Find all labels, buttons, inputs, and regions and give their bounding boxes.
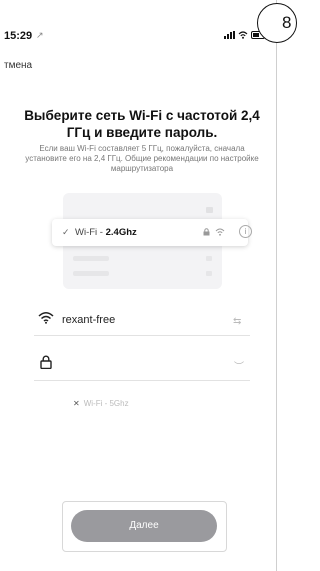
wifi-status-icon (238, 31, 248, 40)
page-title: Выберите сеть Wi-Fi с частотой 2,4 ГГц и… (24, 108, 260, 140)
cellular-signal-icon (224, 31, 235, 40)
switch-network-icon[interactable]: ⇆ (233, 316, 241, 327)
placeholder-lock-icon (206, 207, 213, 213)
password-field[interactable]: ︶ (34, 355, 250, 381)
selected-network-card: ✓ Wi-Fi - 2.4Ghz i (52, 219, 252, 246)
check-icon: ✓ (62, 227, 70, 237)
lock-icon (40, 355, 52, 369)
placeholder-square (206, 256, 212, 261)
next-button-container: Далее (62, 501, 227, 552)
info-icon: i (239, 225, 252, 238)
next-button[interactable]: Далее (71, 510, 217, 542)
placeholder-square (206, 271, 212, 276)
placeholder-bar (73, 256, 109, 261)
selected-network-name: Wi-Fi - 2.4Ghz (75, 227, 137, 238)
lock-icon (203, 228, 210, 236)
wifi-icon (38, 312, 54, 324)
page-number-badge: 8 (257, 3, 297, 43)
page-number: 8 (282, 13, 292, 32)
status-time: 15:29 (4, 30, 33, 42)
app-screen: 15:29 ↗ тмена Выберите сеть Wi-Fi с част… (0, 0, 277, 571)
cancel-link[interactable]: тмена (4, 60, 32, 71)
cross-icon: ✕ (73, 399, 80, 408)
status-bar: 15:29 ↗ (0, 0, 276, 42)
hidden-password-eye-icon[interactable]: ︶ (234, 358, 244, 373)
ssid-value[interactable]: rexant-free (62, 314, 115, 326)
page-subtitle[interactable]: Если ваш Wi-Fi составляет 5 ГГц, пожалуй… (20, 144, 264, 174)
wifi-icon (215, 228, 225, 236)
ssid-field[interactable]: rexant-free ⇆ (34, 311, 250, 336)
placeholder-bar (73, 271, 109, 276)
location-arrow-icon: ↗ (36, 30, 44, 40)
network-status-icons (203, 227, 225, 236)
illustration-row-5ghz: ✕ Wi-Fi - 5Ghz (73, 399, 129, 408)
